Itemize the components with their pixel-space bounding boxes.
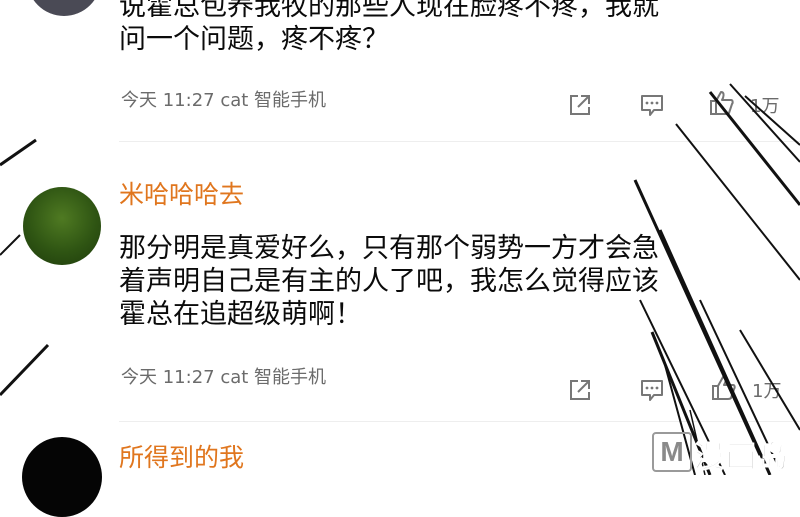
comment-meta: 今天 11:27 cat 智能手机 — [121, 90, 327, 111]
share-icon[interactable] — [566, 91, 594, 119]
avatar[interactable] — [23, 187, 101, 265]
comment-meta: 今天 11:27 cat 智能手机 — [121, 367, 327, 388]
thumbs-up-icon[interactable] — [710, 374, 738, 402]
comment-line: 问一个问题，疼不疼？ — [119, 24, 389, 55]
divider — [119, 141, 800, 142]
comment-body: 那分明是真爱好么，只有那个弱势一方才会急 着声明自己是有主的人了吧，我怎么觉得应… — [119, 232, 759, 331]
comment-icon[interactable] — [638, 91, 666, 119]
comment-line: 那分明是真爱好么，只有那个弱势一方才会急 — [119, 233, 659, 264]
comment-line: 着声明自己是有主的人了吧，我怎么觉得应该 — [119, 266, 659, 297]
comment-line: 霍总在追超级萌啊！ — [119, 299, 362, 330]
watermark-text: 漫画岛 — [694, 440, 790, 476]
username[interactable]: 米哈哈哈去 — [119, 175, 244, 211]
divider — [119, 421, 800, 422]
thumbs-up-icon[interactable] — [708, 89, 736, 117]
watermark-logo: M 漫画岛 — [652, 428, 798, 476]
comment-body: 说霍总包养我牧的那些人现在脸疼不疼，我就 问一个问题，疼不疼？ — [119, 0, 759, 56]
like-count: 1万 — [750, 96, 780, 117]
share-icon[interactable] — [566, 376, 594, 404]
username[interactable]: 所得到的我 — [119, 438, 244, 474]
comment-line: 说霍总包养我牧的那些人现在脸疼不疼，我就 — [119, 0, 659, 22]
avatar[interactable] — [27, 0, 101, 16]
avatar[interactable] — [22, 437, 102, 517]
watermark-letter: M — [652, 432, 692, 472]
comment-icon[interactable] — [638, 376, 666, 404]
like-count: 1万 — [752, 381, 782, 402]
